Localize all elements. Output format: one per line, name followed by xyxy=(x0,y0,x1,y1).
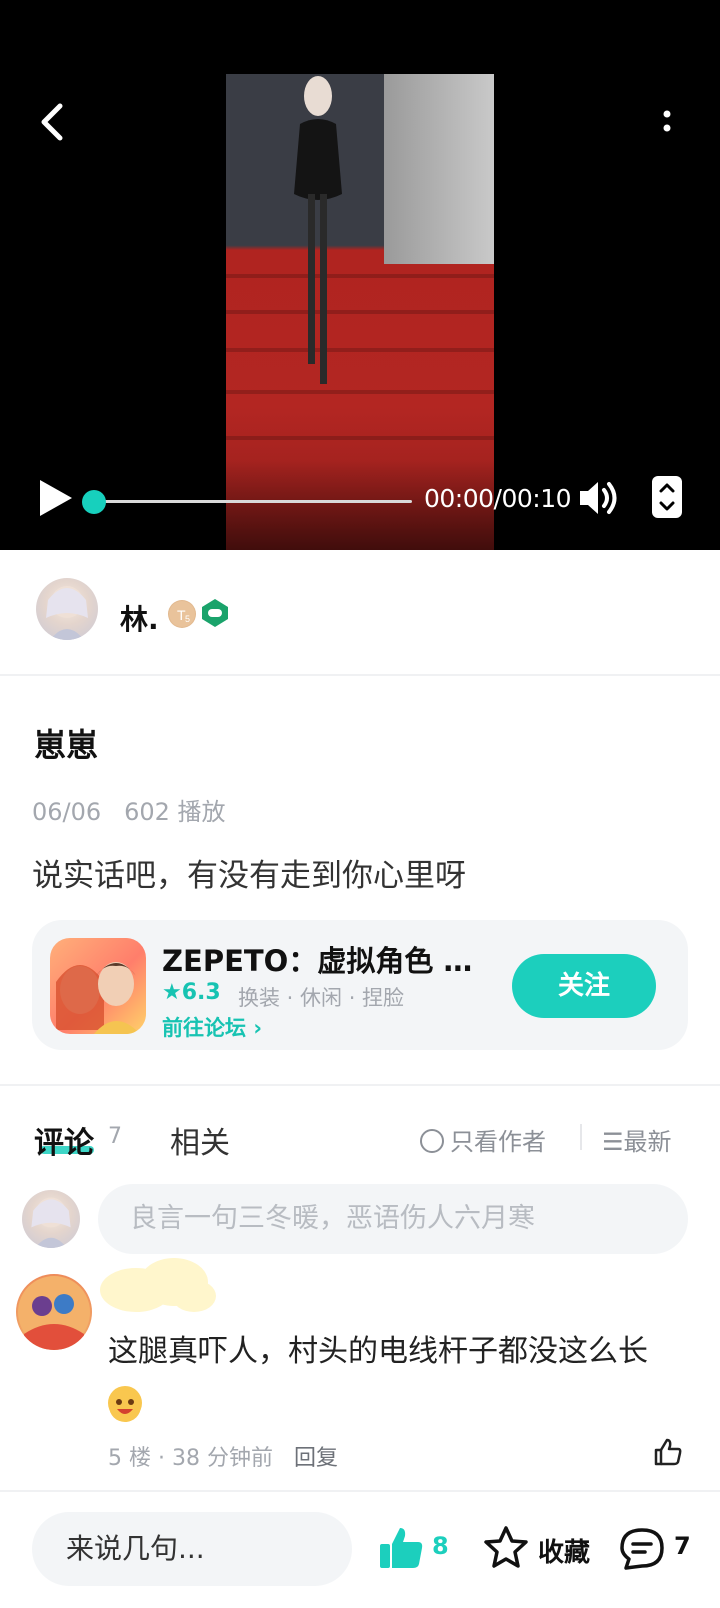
post-body: 说实话吧，有没有走到你心里呀 xyxy=(32,858,466,894)
emoji-face xyxy=(109,1390,141,1422)
follow-button[interactable]: 关注 xyxy=(512,954,656,1018)
author-only-toggle[interactable]: 只看作者 xyxy=(420,1122,546,1157)
app-forum-label[interactable]: 前往论坛 xyxy=(162,1016,246,1040)
comment-time: 38 分钟前 xyxy=(171,1446,273,1471)
chevron-right-icon: › xyxy=(253,1016,262,1040)
seek-knob[interactable] xyxy=(82,490,106,514)
app-icon[interactable] xyxy=(50,938,146,1034)
favorite-label[interactable]: 收藏 xyxy=(538,1532,590,1569)
post-title: 崽崽 xyxy=(34,726,99,764)
app-forum-link[interactable]: 前往论坛 › xyxy=(162,1012,262,1042)
comment-body: 这腿真吓人，村头的电线杆子都没这么长 xyxy=(108,1334,648,1369)
app-illustration xyxy=(56,962,140,1034)
like-count: 8 xyxy=(432,1532,449,1560)
sort-icon: ☰ xyxy=(602,1128,624,1156)
avatar-illustration xyxy=(31,1197,71,1248)
avatar-illustration xyxy=(46,586,88,640)
tab-comments-count: 7 xyxy=(108,1124,122,1149)
seek-track[interactable] xyxy=(92,500,412,503)
video-stair xyxy=(226,436,494,440)
level-badge-icon: T 5 xyxy=(168,600,196,628)
bottom-divider xyxy=(0,1490,720,1492)
author-only-label: 只看作者 xyxy=(450,1128,546,1156)
app-rating: ★6.3 xyxy=(162,980,221,1005)
app-card[interactable]: ZEPETO：虚拟角色 … ★6.3 换装 · 休闲 · 捏脸 前往论坛 › 关… xyxy=(32,920,688,1050)
app-rating-value: 6.3 xyxy=(181,980,221,1005)
sort-button[interactable]: ☰最新 xyxy=(602,1122,672,1157)
video-wall xyxy=(384,74,494,264)
post-meta: 06/06 602 播放 xyxy=(32,792,226,827)
author-row[interactable] xyxy=(0,550,720,676)
commenter-avatar[interactable] xyxy=(16,1274,92,1350)
app-name[interactable]: ZEPETO：虚拟角色 … xyxy=(162,938,472,980)
video-stair xyxy=(226,274,494,278)
post-date: 06/06 xyxy=(32,798,102,826)
bottom-comment-input[interactable]: 来说几句... xyxy=(32,1512,352,1586)
comment-floor: 5 楼 xyxy=(108,1446,151,1471)
author-name[interactable]: 林. xyxy=(120,598,159,638)
like-icon[interactable] xyxy=(378,1526,424,1572)
more-options-icon[interactable] xyxy=(652,102,682,142)
tab-comments[interactable]: 评论 xyxy=(34,1118,94,1162)
video-stair xyxy=(226,348,494,352)
comment-input[interactable]: 良言一句三冬暖，恶语伤人六月寒 xyxy=(98,1184,688,1254)
video-stair xyxy=(226,310,494,314)
play-icon[interactable] xyxy=(36,476,76,520)
seek-bar[interactable] xyxy=(82,490,412,514)
radio-circle-icon xyxy=(420,1129,444,1153)
fullscreen-icon xyxy=(659,483,675,511)
my-avatar[interactable] xyxy=(22,1190,80,1248)
section-divider xyxy=(0,1084,720,1086)
star-small-icon: ★ xyxy=(162,980,182,1005)
volume-icon[interactable] xyxy=(578,478,622,518)
reply-button[interactable]: 回复 xyxy=(294,1446,338,1471)
video-player[interactable]: 00:00/00:10 xyxy=(0,0,720,550)
author-avatar[interactable] xyxy=(36,578,98,640)
grinning-emoji-icon xyxy=(108,1386,142,1422)
gamepad-badge-icon xyxy=(202,599,228,627)
video-frame[interactable] xyxy=(226,74,494,550)
star-icon[interactable] xyxy=(482,1524,530,1572)
comment-meta: 5 楼 · 38 分钟前 回复 xyxy=(108,1446,338,1471)
avatar-illustration xyxy=(18,1276,90,1350)
tabs-separator xyxy=(580,1124,582,1150)
svg-text:5: 5 xyxy=(185,614,190,624)
sort-label: 最新 xyxy=(623,1128,672,1156)
tab-related[interactable]: 相关 xyxy=(170,1118,230,1162)
fullscreen-button[interactable] xyxy=(652,476,682,518)
comment-bubble-icon[interactable] xyxy=(618,1526,666,1572)
avatar-frame-cloud-icon xyxy=(100,1258,216,1312)
comment-like-icon[interactable] xyxy=(652,1436,684,1468)
back-icon[interactable] xyxy=(36,100,72,144)
comment-text: 这腿真吓人，村头的电线杆子都没这么长 xyxy=(108,1324,688,1436)
video-stair xyxy=(226,390,494,394)
video-figure xyxy=(294,76,342,384)
post-plays: 602 播放 xyxy=(124,798,226,826)
comment-count: 7 xyxy=(674,1532,691,1560)
app-tags: 换装 · 休闲 · 捏脸 xyxy=(238,986,405,1010)
playback-time: 00:00/00:10 xyxy=(424,484,572,513)
